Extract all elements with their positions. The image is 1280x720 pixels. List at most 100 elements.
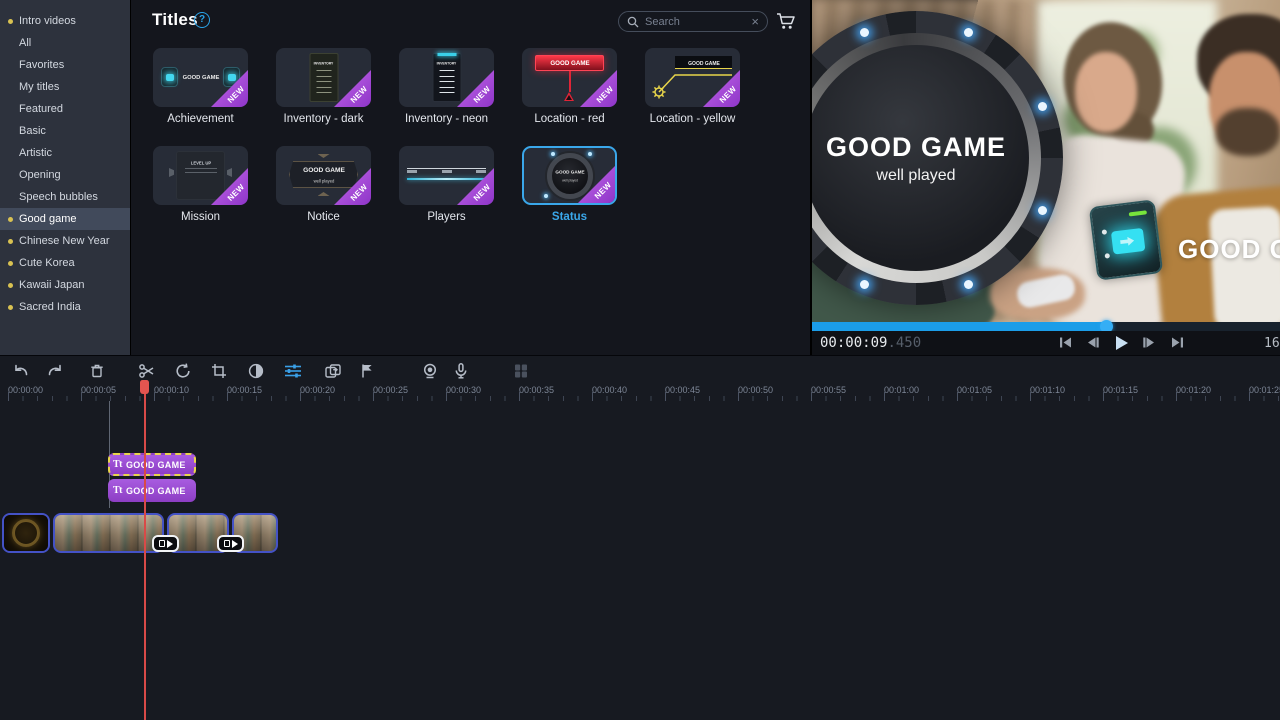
transport-bar: 00:00:09.450 16 [812,331,1280,355]
text-clip-icon: Tt [113,459,122,470]
tech-gadget-icon [161,67,178,87]
title-item-location-red[interactable]: GOOD GAME NEW Location - red [522,48,617,125]
sidebar-item-featured[interactable]: Featured [0,98,130,120]
play-button[interactable] [1111,333,1131,352]
timeline-ruler[interactable]: 00:00:00 00:00:05 00:00:10 00:00:15 00:0… [0,384,1280,401]
sidebar-item-chinese-new-year[interactable]: Chinese New Year [0,230,130,252]
sidebar-item-opening[interactable]: Opening [0,164,130,186]
title-thumbnail: INVENTORY NEW [399,48,494,107]
title-item-label: Players [399,211,494,223]
playhead-line [144,380,146,720]
achievement-gadget-overlay [1089,199,1164,280]
sidebar-item-artistic[interactable]: Artistic [0,142,130,164]
video-frame: GOOD GAME well played GOOD GAME [812,0,1280,322]
clear-search-icon[interactable]: × [751,15,759,28]
transition-icon[interactable] [322,360,344,382]
video-clip-1[interactable] [2,513,50,553]
crop-icon[interactable] [208,360,230,382]
record-voice-icon[interactable] [450,360,472,382]
marker-icon[interactable] [356,360,378,382]
new-content-dot [8,261,13,266]
title-item-label: Inventory - dark [276,113,371,125]
preview-player: GOOD GAME well played GOOD GAME 00:00:0 [812,0,1280,355]
title-item-label: Mission [153,211,248,223]
transition-chip-2[interactable] [217,535,244,552]
titles-sidebar: Intro videos All Favorites My titles Fea… [0,0,130,355]
search-icon [627,16,639,28]
transition-chip-1[interactable] [152,535,179,552]
title-item-label: Location - red [522,113,617,125]
seek-bar[interactable] [812,322,1280,331]
new-content-dot [8,305,13,310]
prev-frame-button[interactable] [1083,333,1103,352]
store-cart-icon[interactable] [775,11,797,31]
aspect-ratio-label[interactable]: 16 [1264,336,1280,351]
sidebar-item-intro-videos[interactable]: Intro videos [0,10,130,32]
title-thumbnail: GOOD GAME well played NEW [522,146,617,205]
search-box[interactable]: × [618,11,768,32]
timecode: 00:00:09.450 [820,335,921,351]
delete-icon[interactable] [86,360,108,382]
undo-icon[interactable] [10,360,32,382]
next-frame-button[interactable] [1139,333,1159,352]
skip-end-button[interactable] [1167,333,1187,352]
title-thumbnail: GOOD GAME NEW [522,48,617,107]
timeline: 00:00:00 00:00:05 00:00:10 00:00:15 00:0… [0,355,1280,720]
video-clip-2[interactable] [53,513,164,553]
badge-subtitle: well played [876,167,955,185]
redo-icon[interactable] [44,360,66,382]
sidebar-item-favorites[interactable]: Favorites [0,54,130,76]
title-item-achievement[interactable]: GOOD GAME NEW Achievement [153,48,248,125]
title-clip-1[interactable]: Tt GOOD GAME [108,453,196,476]
sidebar-item-basic[interactable]: Basic [0,120,130,142]
skip-start-button[interactable] [1055,333,1075,352]
sidebar-item-cute-korea[interactable]: Cute Korea [0,252,130,274]
title-item-label: Status [522,211,617,223]
track-layout-icon[interactable] [510,360,532,382]
search-input[interactable] [645,16,745,28]
new-badge: NEW [580,70,617,107]
title-item-label: Location - yellow [645,113,740,125]
new-content-dot [8,239,13,244]
title-thumbnail: GOOD GAME NEW [153,48,248,107]
title-thumbnail: GOOD GAME well played NEW [276,146,371,205]
playhead-handle[interactable] [140,380,149,394]
help-icon[interactable]: ? [194,12,210,28]
sidebar-item-sacred-india[interactable]: Sacred India [0,296,130,318]
location-pin-icon [564,92,574,101]
color-adjust-icon[interactable] [245,360,267,382]
title-item-players[interactable]: NEW Players [399,146,494,223]
new-content-dot [8,283,13,288]
title-item-mission[interactable]: LEVEL UP NEW Mission [153,146,248,223]
new-content-dot [8,217,13,222]
cut-icon[interactable] [136,360,158,382]
title-clip-2[interactable]: Tt GOOD GAME [108,479,196,502]
title-item-inventory-dark[interactable]: INVENTORY NEW Inventory - dark [276,48,371,125]
text-clip-icon: Tt [113,485,122,496]
timeline-tracks: Tt GOOD GAME Tt GOOD GAME [0,401,1280,720]
achievement-title-overlay: GOOD GAME [1178,234,1280,265]
new-badge: NEW [457,168,494,205]
title-item-inventory-neon[interactable]: INVENTORY NEW Inventory - neon [399,48,494,125]
clip-properties-icon[interactable] [282,360,304,382]
app-window: Intro videos All Favorites My titles Fea… [0,0,1280,720]
sidebar-item-kawaii-japan[interactable]: Kawaii Japan [0,274,130,296]
title-item-label: Achievement [153,113,248,125]
new-badge: NEW [457,70,494,107]
new-content-dot [8,19,13,24]
sidebar-item-speech-bubbles[interactable]: Speech bubbles [0,186,130,208]
sidebar-item-good-game[interactable]: Good game [0,208,130,230]
page-title: Titles [152,10,198,30]
rotate-icon[interactable] [172,360,194,382]
badge-title: GOOD GAME [826,132,1006,163]
new-badge: NEW [334,70,371,107]
title-item-label: Inventory - neon [399,113,494,125]
title-thumbnail: LEVEL UP NEW [153,146,248,205]
title-item-status[interactable]: GOOD GAME well played NEW Status [522,146,617,223]
title-item-location-yellow[interactable]: GOOD GAME NEW Location - yellow [645,48,740,125]
webcam-icon[interactable] [419,360,441,382]
sidebar-item-all[interactable]: All [0,32,130,54]
status-ring [547,153,593,199]
sidebar-item-my-titles[interactable]: My titles [0,76,130,98]
title-item-notice[interactable]: GOOD GAME well played NEW Notice [276,146,371,223]
